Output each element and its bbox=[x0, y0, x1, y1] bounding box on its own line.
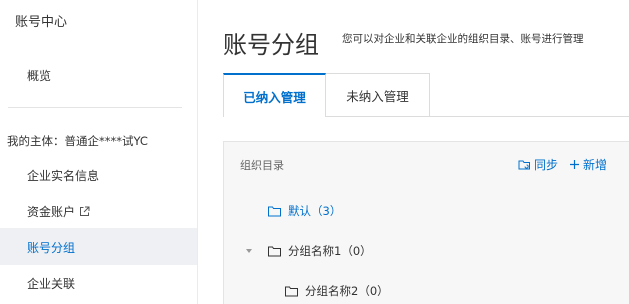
folder-icon bbox=[285, 286, 298, 296]
sidebar-subject: 我的主体：普通企****试YC bbox=[7, 134, 148, 148]
plus-icon bbox=[570, 160, 579, 169]
tree-item-label: 默认（3） bbox=[288, 204, 342, 218]
panel-title: 组织目录 bbox=[240, 159, 284, 172]
tree-item-default[interactable]: 默认（3） bbox=[268, 203, 341, 219]
tree-item-label: 分组名称2（0） bbox=[305, 284, 389, 298]
add-label: 新增 bbox=[583, 158, 608, 172]
sidebar-title: 账号中心 bbox=[15, 15, 68, 30]
tree-item-label: 分组名称1（0） bbox=[288, 244, 372, 258]
tab-managed[interactable]: 已纳入管理 bbox=[223, 73, 326, 117]
sidebar: 账号中心 概览 我的主体：普通企****试YC 企业实名信息 资金账户 账号分组… bbox=[0, 0, 198, 304]
tab-unmanaged[interactable]: 未纳入管理 bbox=[326, 73, 430, 117]
page-title: 账号分组 bbox=[223, 31, 319, 59]
tab-bar-divider bbox=[430, 116, 629, 117]
tree-item-group2[interactable]: 分组名称2（0） bbox=[285, 283, 389, 299]
tree-item-group1[interactable]: 分组名称1（0） bbox=[268, 243, 372, 259]
sidebar-item-overview[interactable]: 概览 bbox=[27, 67, 51, 84]
sync-button[interactable]: 同步 bbox=[518, 156, 558, 173]
sidebar-item-account-group[interactable]: 账号分组 bbox=[27, 239, 75, 256]
folder-icon bbox=[268, 246, 281, 256]
sync-label: 同步 bbox=[534, 158, 559, 172]
sidebar-item-label: 资金账户 bbox=[27, 205, 76, 219]
add-button[interactable]: 新增 bbox=[569, 156, 607, 173]
sidebar-divider bbox=[8, 107, 182, 108]
folder-icon bbox=[268, 206, 281, 216]
folder-sync-icon bbox=[518, 160, 530, 169]
sidebar-item-fund-account[interactable]: 资金账户 bbox=[27, 203, 90, 220]
page-description: 您可以对企业和关联企业的组织目录、账号进行管理 bbox=[342, 33, 584, 45]
chevron-down-icon[interactable] bbox=[246, 249, 252, 253]
sidebar-item-enterprise-realname[interactable]: 企业实名信息 bbox=[27, 167, 99, 184]
sidebar-item-enterprise-link[interactable]: 企业关联 bbox=[27, 275, 75, 292]
external-link-icon bbox=[80, 206, 90, 216]
